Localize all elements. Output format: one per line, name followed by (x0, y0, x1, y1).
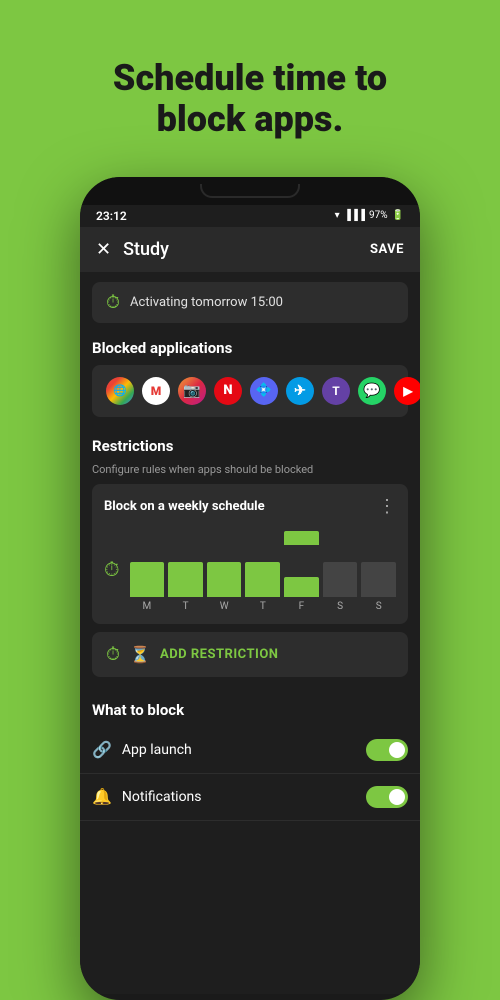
app-icon-telegram[interactable]: ✈ (286, 377, 314, 405)
activation-text: Activating tomorrow 15:00 (130, 295, 283, 310)
blocked-apps-label: Blocked applications (80, 329, 420, 365)
close-button[interactable]: ✕ (96, 239, 111, 260)
schedule-title: Block on a weekly schedule (104, 499, 265, 514)
battery-icon: 🔋 (392, 210, 404, 221)
toolbar-title: Study (123, 239, 169, 260)
activation-clock-icon: ⏱ (106, 292, 120, 313)
signal-icon: ▐▐▐ (344, 210, 365, 221)
day-tuesday: T (168, 601, 203, 612)
app-launch-text: App launch (122, 742, 192, 758)
add-restriction-label: ADD RESTRICTION (160, 647, 279, 662)
schedule-more-button[interactable]: ⋮ (378, 496, 396, 517)
day-thursday: T (245, 601, 280, 612)
phone-mockup: 23:12 ▾ ▐▐▐ 97% 🔋 ✕ Study SAVE ⏱ Activ (80, 177, 420, 1000)
status-time: 23:12 (96, 209, 127, 223)
bar-thursday (245, 562, 280, 597)
restrictions-subtitle: Configure rules when apps should be bloc… (80, 463, 420, 484)
notifications-icon: 🔔 (92, 787, 112, 806)
schedule-card: Block on a weekly schedule ⋮ ⏱ (92, 484, 408, 624)
app-icon-twitch[interactable]: T (322, 377, 350, 405)
app-icon-chrome[interactable]: 🌐 (106, 377, 134, 405)
app-icons-row: 🌐 M 📷 N 💠 ✈ T 💬 ▶ (106, 377, 420, 405)
status-icons: ▾ ▐▐▐ 97% 🔋 (335, 210, 404, 221)
bar-sunday (361, 562, 396, 597)
app-icon-whatsapp[interactable]: 💬 (358, 377, 386, 405)
notifications-text: Notifications (122, 789, 202, 805)
schedule-header: Block on a weekly schedule ⋮ (104, 496, 396, 517)
app-launch-left: 🔗 App launch (92, 740, 192, 759)
phone-notch (80, 177, 420, 205)
app-icon-discord[interactable]: 💠 (250, 377, 278, 405)
phone-shell: 23:12 ▾ ▐▐▐ 97% 🔋 ✕ Study SAVE ⏱ Activ (80, 177, 420, 1000)
bars-row (130, 547, 396, 597)
headline: Schedule time to block apps. (33, 0, 467, 177)
day-friday: F (284, 601, 319, 612)
notifications-row: 🔔 Notifications (80, 774, 420, 821)
what-to-block-label: What to block (80, 691, 420, 727)
add-clock-icon: ⏱ (106, 644, 120, 665)
bar-tuesday (168, 562, 203, 597)
days-row: M T W T F S S (130, 601, 396, 612)
bar-friday (284, 577, 319, 597)
toolbar-left: ✕ Study (96, 239, 169, 260)
bar-monday (130, 562, 165, 597)
status-bar: 23:12 ▾ ▐▐▐ 97% 🔋 (80, 205, 420, 227)
day-saturday: S (323, 601, 358, 612)
schedule-body: ⏱ (104, 527, 396, 612)
app-icon-instagram[interactable]: 📷 (178, 377, 206, 405)
app-launch-toggle[interactable] (366, 739, 408, 761)
toolbar: ✕ Study SAVE (80, 227, 420, 272)
day-monday: M (130, 601, 165, 612)
restrictions-label: Restrictions (80, 427, 420, 463)
schedule-grid: M T W T F S S (130, 527, 396, 612)
battery-text: 97% (369, 210, 388, 221)
app-icon-netflix[interactable]: N (214, 377, 242, 405)
app-icon-gmail[interactable]: M (142, 377, 170, 405)
app-launch-row: 🔗 App launch (80, 727, 420, 774)
what-to-block-section: What to block 🔗 App launch 🔔 Notificatio… (80, 687, 420, 825)
bar-saturday (323, 562, 358, 597)
notifications-toggle[interactable] (366, 786, 408, 808)
blocked-apps-card: 🌐 M 📷 N 💠 ✈ T 💬 ▶ (92, 365, 408, 417)
app-icon-youtube[interactable]: ▶ (394, 377, 420, 405)
notifications-left: 🔔 Notifications (92, 787, 202, 806)
notch-bar (200, 184, 300, 198)
bar-wednesday (207, 562, 242, 597)
schedule-clock-icon: ⏱ (104, 557, 120, 581)
screen-content: ✕ Study SAVE ⏱ Activating tomorrow 15:00… (80, 227, 420, 994)
save-button[interactable]: SAVE (370, 242, 404, 257)
day-wednesday: W (207, 601, 242, 612)
page-title: Schedule time to block apps. (73, 28, 427, 161)
activation-banner: ⏱ Activating tomorrow 15:00 (92, 282, 408, 323)
add-hourglass-icon: ⏳ (130, 645, 150, 664)
wifi-icon: ▾ (335, 210, 340, 221)
app-launch-icon: 🔗 (92, 740, 112, 759)
day-sunday: S (361, 601, 396, 612)
add-restriction-button[interactable]: ⏱ ⏳ ADD RESTRICTION (92, 632, 408, 677)
